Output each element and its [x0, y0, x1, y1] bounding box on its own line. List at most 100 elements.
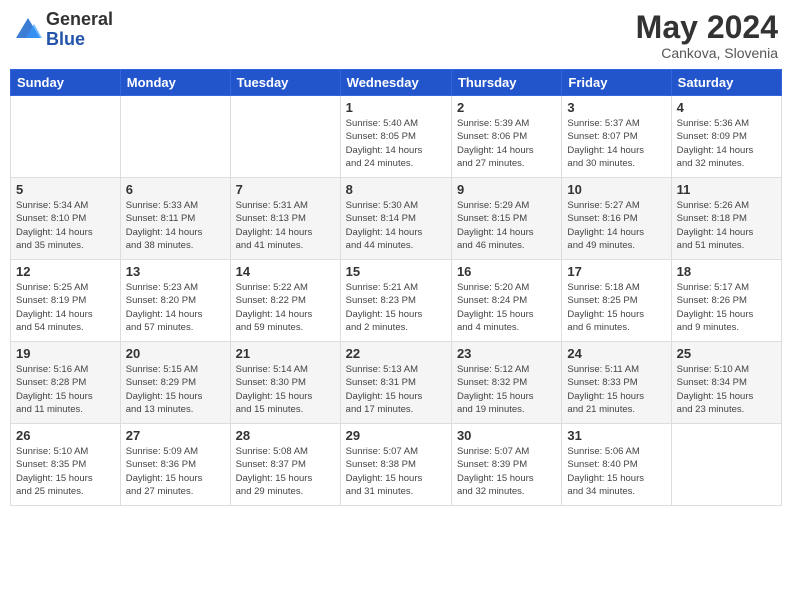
day-info: Sunrise: 5:08 AM Sunset: 8:37 PM Dayligh… — [236, 445, 335, 498]
day-info: Sunrise: 5:36 AM Sunset: 8:09 PM Dayligh… — [677, 117, 776, 170]
day-info: Sunrise: 5:40 AM Sunset: 8:05 PM Dayligh… — [346, 117, 446, 170]
day-info: Sunrise: 5:30 AM Sunset: 8:14 PM Dayligh… — [346, 199, 446, 252]
day-number: 5 — [16, 182, 115, 197]
weekday-header-row: SundayMondayTuesdayWednesdayThursdayFrid… — [11, 70, 782, 96]
calendar-cell: 6 Sunrise: 5:33 AM Sunset: 8:11 PM Daylig… — [120, 178, 230, 260]
day-number: 31 — [567, 428, 665, 443]
calendar-cell: 17Sunrise: 5:18 AM Sunset: 8:25 PM Dayli… — [562, 260, 671, 342]
day-info: Sunrise: 5:22 AM Sunset: 8:22 PM Dayligh… — [236, 281, 335, 334]
day-number: 9 — [457, 182, 556, 197]
day-number: 30 — [457, 428, 556, 443]
day-number: 13 — [126, 264, 225, 279]
day-info: Sunrise: 5:20 AM Sunset: 8:24 PM Dayligh… — [457, 281, 556, 334]
calendar-cell: 3Sunrise: 5:37 AM Sunset: 8:07 PM Daylig… — [562, 96, 671, 178]
day-info: Sunrise: 5:10 AM Sunset: 8:35 PM Dayligh… — [16, 445, 115, 498]
calendar-cell: 9 Sunrise: 5:29 AM Sunset: 8:15 PM Daylig… — [451, 178, 561, 260]
calendar-cell: 13 Sunrise: 5:23 AM Sunset: 8:20 PM Dayli… — [120, 260, 230, 342]
week-row: 5Sunrise: 5:34 AM Sunset: 8:10 PM Daylig… — [11, 178, 782, 260]
title-block: May 2024 Cankova, Slovenia — [636, 10, 778, 61]
calendar-cell: 28 Sunrise: 5:08 AM Sunset: 8:37 PM Dayli… — [230, 424, 340, 506]
calendar-cell: 30 Sunrise: 5:07 AM Sunset: 8:39 PM Dayli… — [451, 424, 561, 506]
day-info: Sunrise: 5:27 AM Sunset: 8:16 PM Dayligh… — [567, 199, 665, 252]
day-number: 1 — [346, 100, 446, 115]
calendar-cell: 10 Sunrise: 5:27 AM Sunset: 8:16 PM Dayli… — [562, 178, 671, 260]
week-row: 12Sunrise: 5:25 AM Sunset: 8:19 PM Dayli… — [11, 260, 782, 342]
calendar-cell: 12Sunrise: 5:25 AM Sunset: 8:19 PM Dayli… — [11, 260, 121, 342]
week-row: 19 Sunrise: 5:16 AM Sunset: 8:28 PM Dayli… — [11, 342, 782, 424]
calendar-cell: 25 Sunrise: 5:10 AM Sunset: 8:34 PM Dayli… — [671, 342, 781, 424]
day-info: Sunrise: 5:07 AM Sunset: 8:38 PM Dayligh… — [346, 445, 446, 498]
day-number: 7 — [236, 182, 335, 197]
calendar-cell — [120, 96, 230, 178]
calendar-cell: 4 Sunrise: 5:36 AM Sunset: 8:09 PM Daylig… — [671, 96, 781, 178]
day-info: Sunrise: 5:12 AM Sunset: 8:32 PM Dayligh… — [457, 363, 556, 416]
day-number: 27 — [126, 428, 225, 443]
calendar-cell: 22Sunrise: 5:13 AM Sunset: 8:31 PM Dayli… — [340, 342, 451, 424]
calendar-cell: 20 Sunrise: 5:15 AM Sunset: 8:29 PM Dayli… — [120, 342, 230, 424]
day-number: 20 — [126, 346, 225, 361]
day-info: Sunrise: 5:29 AM Sunset: 8:15 PM Dayligh… — [457, 199, 556, 252]
day-number: 11 — [677, 182, 776, 197]
page-header: General Blue May 2024 Cankova, Slovenia — [10, 10, 782, 61]
day-number: 26 — [16, 428, 115, 443]
day-info: Sunrise: 5:11 AM Sunset: 8:33 PM Dayligh… — [567, 363, 665, 416]
day-number: 19 — [16, 346, 115, 361]
calendar-cell: 16 Sunrise: 5:20 AM Sunset: 8:24 PM Dayli… — [451, 260, 561, 342]
day-info: Sunrise: 5:13 AM Sunset: 8:31 PM Dayligh… — [346, 363, 446, 416]
calendar-cell: 15 Sunrise: 5:21 AM Sunset: 8:23 PM Dayli… — [340, 260, 451, 342]
day-info: Sunrise: 5:21 AM Sunset: 8:23 PM Dayligh… — [346, 281, 446, 334]
calendar-cell: 29 Sunrise: 5:07 AM Sunset: 8:38 PM Dayli… — [340, 424, 451, 506]
location-title: Cankova, Slovenia — [636, 45, 778, 61]
calendar-table: SundayMondayTuesdayWednesdayThursdayFrid… — [10, 69, 782, 506]
day-number: 4 — [677, 100, 776, 115]
day-info: Sunrise: 5:39 AM Sunset: 8:06 PM Dayligh… — [457, 117, 556, 170]
calendar-cell: 24Sunrise: 5:11 AM Sunset: 8:33 PM Dayli… — [562, 342, 671, 424]
calendar-cell: 5Sunrise: 5:34 AM Sunset: 8:10 PM Daylig… — [11, 178, 121, 260]
day-number: 6 — [126, 182, 225, 197]
day-info: Sunrise: 5:26 AM Sunset: 8:18 PM Dayligh… — [677, 199, 776, 252]
calendar-cell: 1 Sunrise: 5:40 AM Sunset: 8:05 PM Daylig… — [340, 96, 451, 178]
logo-general-text: General — [46, 9, 113, 29]
calendar-cell: 31 Sunrise: 5:06 AM Sunset: 8:40 PM Dayli… — [562, 424, 671, 506]
weekday-header: Friday — [562, 70, 671, 96]
day-info: Sunrise: 5:06 AM Sunset: 8:40 PM Dayligh… — [567, 445, 665, 498]
calendar-cell: 26 Sunrise: 5:10 AM Sunset: 8:35 PM Dayli… — [11, 424, 121, 506]
day-number: 8 — [346, 182, 446, 197]
weekday-header: Wednesday — [340, 70, 451, 96]
day-info: Sunrise: 5:17 AM Sunset: 8:26 PM Dayligh… — [677, 281, 776, 334]
day-number: 21 — [236, 346, 335, 361]
calendar-cell: 21Sunrise: 5:14 AM Sunset: 8:30 PM Dayli… — [230, 342, 340, 424]
day-number: 28 — [236, 428, 335, 443]
logo-text: General Blue — [46, 10, 113, 50]
day-info: Sunrise: 5:07 AM Sunset: 8:39 PM Dayligh… — [457, 445, 556, 498]
calendar-cell: 19 Sunrise: 5:16 AM Sunset: 8:28 PM Dayli… — [11, 342, 121, 424]
day-number: 23 — [457, 346, 556, 361]
calendar-cell — [11, 96, 121, 178]
day-info: Sunrise: 5:15 AM Sunset: 8:29 PM Dayligh… — [126, 363, 225, 416]
weekday-header: Monday — [120, 70, 230, 96]
day-number: 18 — [677, 264, 776, 279]
calendar-cell: 11 Sunrise: 5:26 AM Sunset: 8:18 PM Dayli… — [671, 178, 781, 260]
calendar-cell: 2Sunrise: 5:39 AM Sunset: 8:06 PM Daylig… — [451, 96, 561, 178]
day-number: 16 — [457, 264, 556, 279]
day-number: 12 — [16, 264, 115, 279]
day-info: Sunrise: 5:23 AM Sunset: 8:20 PM Dayligh… — [126, 281, 225, 334]
day-number: 29 — [346, 428, 446, 443]
calendar-cell — [230, 96, 340, 178]
calendar-cell: 18 Sunrise: 5:17 AM Sunset: 8:26 PM Dayli… — [671, 260, 781, 342]
calendar-cell: 14Sunrise: 5:22 AM Sunset: 8:22 PM Dayli… — [230, 260, 340, 342]
day-info: Sunrise: 5:37 AM Sunset: 8:07 PM Dayligh… — [567, 117, 665, 170]
day-info: Sunrise: 5:33 AM Sunset: 8:11 PM Dayligh… — [126, 199, 225, 252]
logo: General Blue — [14, 10, 113, 50]
day-number: 10 — [567, 182, 665, 197]
month-title: May 2024 — [636, 10, 778, 45]
calendar-cell: 8 Sunrise: 5:30 AM Sunset: 8:14 PM Daylig… — [340, 178, 451, 260]
day-info: Sunrise: 5:16 AM Sunset: 8:28 PM Dayligh… — [16, 363, 115, 416]
calendar-cell: 27Sunrise: 5:09 AM Sunset: 8:36 PM Dayli… — [120, 424, 230, 506]
day-number: 17 — [567, 264, 665, 279]
weekday-header: Thursday — [451, 70, 561, 96]
weekday-header: Sunday — [11, 70, 121, 96]
day-info: Sunrise: 5:10 AM Sunset: 8:34 PM Dayligh… — [677, 363, 776, 416]
day-number: 25 — [677, 346, 776, 361]
day-number: 15 — [346, 264, 446, 279]
